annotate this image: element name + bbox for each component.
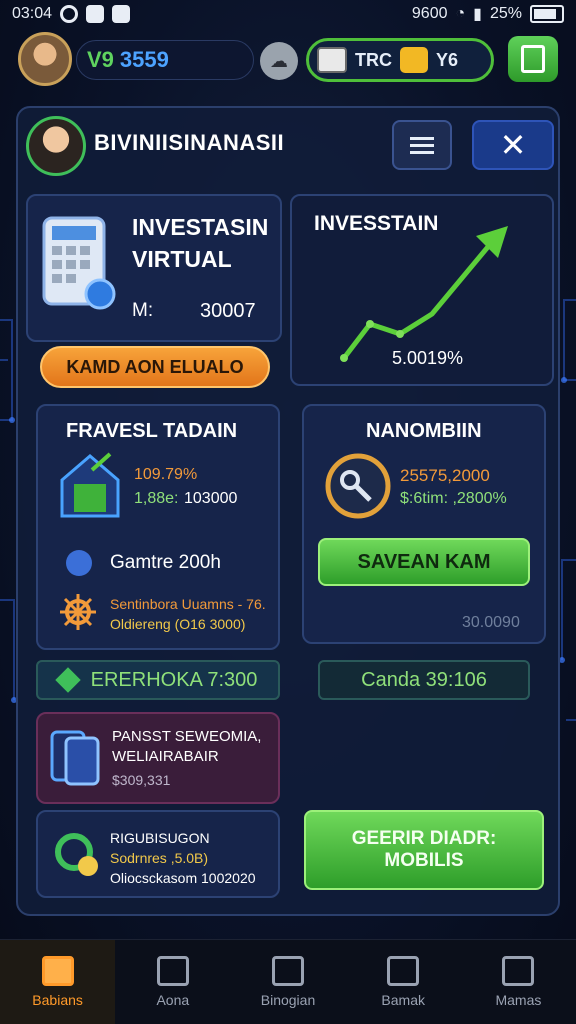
farm-stat-1: 109.79% <box>134 466 198 483</box>
coin-icon <box>325 453 391 519</box>
status-speed: 9600 <box>411 5 448 22</box>
nav-aona-label: Aona <box>156 992 190 1008</box>
resource-left: TRC <box>355 49 392 70</box>
nav-bamak[interactable]: Bamak <box>346 940 461 1024</box>
cta-line-1: GEERIR DIADR: <box>351 828 497 849</box>
chart-icon <box>387 956 420 986</box>
gear-icon <box>60 594 96 630</box>
bag-icon <box>521 45 545 73</box>
panel-avatar <box>26 116 86 176</box>
resource-pill[interactable]: TRC Y6 <box>306 38 494 82</box>
tag-icon <box>54 667 81 693</box>
status-time: 03:04 <box>12 5 53 22</box>
calculator-icon <box>42 216 116 310</box>
investment-title-1: INVESTASIN <box>132 214 269 240</box>
panel-title: BIVINIISINANASII <box>94 130 285 155</box>
investment-action-button[interactable]: KAMD AON ELUALO <box>40 346 270 388</box>
mobile-line-3: $309,331 <box>112 772 171 788</box>
farm-note-1: Sentinbora Uuamns - 76. <box>110 596 266 612</box>
profile-icon <box>502 956 535 986</box>
player-avatar[interactable] <box>18 32 72 86</box>
reward-line-1: RIGUBISUGON <box>110 830 210 846</box>
calculator-icon <box>317 47 347 73</box>
bottom-nav: Babians Aona Binogian Bamak Mamas <box>0 939 576 1024</box>
nav-binogian-label: Binogian <box>260 992 316 1008</box>
battery-percent: 25% <box>489 5 522 22</box>
farm-card[interactable]: FRAVESL TADAIN 109.79% 1,88e: 103000 Gam… <box>36 404 280 650</box>
nanomb-card[interactable]: NANOMBIIN 25575,2000 $:6tim: ,2800% SAVE… <box>302 404 546 644</box>
nav-aona[interactable]: Aona <box>115 940 230 1024</box>
menu-button[interactable] <box>392 120 452 170</box>
phone-icon <box>50 730 100 786</box>
battery-icon <box>530 5 564 23</box>
game-icon <box>66 550 92 576</box>
bonus-strip-right-label: Canda 39:106 <box>361 668 487 691</box>
notification-icon <box>112 5 131 23</box>
close-icon: ✕ <box>499 127 527 163</box>
nanomb-sub: $:6tim: ,2800% <box>400 490 507 507</box>
currency-pill: V9 3559 <box>76 40 254 80</box>
reward-gear-icon <box>55 833 98 876</box>
home-icon <box>41 956 74 986</box>
nanomb-title: NANOMBIIN <box>366 420 482 442</box>
farm-stat-2-value: 103000 <box>184 490 238 507</box>
shop-bag-button[interactable] <box>508 36 558 82</box>
bonus-strip-right[interactable]: Canda 39:106 <box>318 660 530 700</box>
nav-bamak-label: Bamak <box>381 992 425 1008</box>
farm-games: Gamtre 200h <box>110 552 221 573</box>
currency-value: 3559 <box>119 47 169 72</box>
reward-card[interactable]: RIGUBISUGON Sodrnres ,5.0B) Oliocsckasom… <box>36 810 280 898</box>
resource-right: Y6 <box>436 49 459 70</box>
app-icon <box>86 5 105 23</box>
top-header: V9 3559 ☁ TRC Y6 <box>16 32 560 90</box>
nav-binogian[interactable]: Binogian <box>230 940 345 1024</box>
grid-icon <box>156 956 189 986</box>
investment-m-value: 30007 <box>200 300 256 322</box>
wifi-icon: ◔ <box>455 5 466 22</box>
nanomb-amount: 25575,2000 <box>400 466 490 485</box>
nav-mamas-label: Mamas <box>495 992 542 1008</box>
status-bar: 03:04 9600 ◔ ▮ 25% <box>0 0 576 28</box>
main-panel: BIVINIISINANASII ✕ INVESTASIN VIRTUAL M:… <box>16 106 560 916</box>
bonus-strip-left-label: ERERHOKA 7:300 <box>90 668 258 691</box>
truck-icon <box>400 47 428 73</box>
nanomb-action-button[interactable]: SAVEAN KAM <box>318 538 530 586</box>
farm-stat-2-label: 1,88e: <box>134 490 179 507</box>
cloud-icon[interactable]: ☁ <box>260 42 298 80</box>
signal-icon: ▮ <box>473 6 482 23</box>
cup-icon <box>272 956 304 986</box>
chart-card: INVESSTAIN 5.0019% <box>290 194 554 386</box>
nav-home[interactable]: Babians <box>0 940 116 1024</box>
nanomb-footer: 30.0090 <box>462 614 520 631</box>
close-button[interactable]: ✕ <box>472 120 554 170</box>
farm-house-icon <box>60 452 120 518</box>
chart-value: 5.0019% <box>392 348 464 368</box>
currency-prefix: V9 <box>87 47 114 72</box>
mobile-card[interactable]: PANSST SEWEOMIA, WELIAIRABAIR $309,331 <box>36 712 280 804</box>
investment-m-label: M: <box>132 300 154 321</box>
mobile-line-2: WELIAIRABAIR <box>112 748 219 765</box>
cta-button[interactable]: GEERIR DIADR: MOBILIS <box>304 810 544 890</box>
cta-line-2: MOBILIS <box>384 850 464 871</box>
reward-line-3: Oliocsckasom 1002020 <box>110 870 256 886</box>
sync-icon <box>60 5 79 23</box>
bonus-strip-left[interactable]: ERERHOKA 7:300 <box>36 660 280 700</box>
menu-icon <box>410 143 434 147</box>
investment-title-2: VIRTUAL <box>132 246 232 272</box>
investment-card[interactable]: INVESTASIN VIRTUAL M: 30007 <box>26 194 282 342</box>
reward-line-2: Sodrnres ,5.0B) <box>110 850 209 866</box>
farm-title: FRAVESL TADAIN <box>66 420 238 442</box>
nav-mamas[interactable]: Mamas <box>461 940 576 1024</box>
mobile-line-1: PANSST SEWEOMIA, <box>112 728 262 745</box>
farm-note-2: Oldiereng (O16 3000) <box>110 616 246 632</box>
nav-home-label: Babians <box>32 992 83 1008</box>
